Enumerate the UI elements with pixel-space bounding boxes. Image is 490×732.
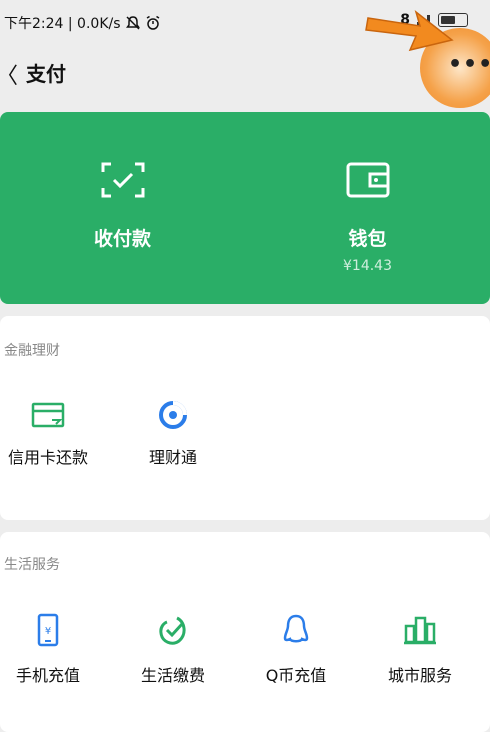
finance-section-title: 金融理财 bbox=[4, 343, 60, 359]
wallet-balance: ¥14.43 bbox=[343, 258, 392, 274]
qcoin-label: Q币充值 bbox=[265, 666, 327, 685]
city-service-tile[interactable]: 城市服务 bbox=[360, 612, 480, 686]
qcoin-tile[interactable]: Q币充值 bbox=[236, 612, 356, 686]
phone-recharge-tile[interactable]: ¥ 手机充值 bbox=[0, 612, 108, 686]
back-button[interactable]: 〈 bbox=[0, 58, 18, 90]
wealth-tile[interactable]: 理财通 bbox=[113, 400, 233, 468]
wealth-label: 理财通 bbox=[148, 448, 197, 467]
check-leaf-icon bbox=[159, 616, 186, 645]
status-left: 下午2:24 | 0.0K/s bbox=[4, 13, 161, 33]
green-card: 收付款 钱包 ¥14.43 bbox=[0, 112, 490, 304]
receive-pay-label: 收付款 bbox=[93, 228, 151, 250]
city-service-label: 城市服务 bbox=[387, 666, 452, 685]
utility-pay-tile[interactable]: 生活缴费 bbox=[113, 612, 233, 686]
status-time-speed: 下午2:24 | 0.0K/s bbox=[4, 16, 121, 32]
penguin-icon bbox=[283, 614, 309, 643]
credit-card-label: 信用卡还款 bbox=[7, 448, 88, 467]
wallet-tile[interactable]: 钱包 ¥14.43 bbox=[245, 112, 490, 304]
page-title: 支付 bbox=[26, 62, 66, 86]
phone-recharge-label: 手机充值 bbox=[15, 666, 80, 685]
scan-icon bbox=[101, 162, 144, 198]
more-button[interactable]: ••• bbox=[448, 52, 490, 77]
life-section: 生活服务 ¥ 手机充值 生活缴费 Q币充值 城市服务 bbox=[0, 532, 490, 732]
wallet-label: 钱包 bbox=[348, 228, 387, 250]
utility-pay-label: 生活缴费 bbox=[140, 666, 205, 685]
wallet-icon bbox=[346, 162, 389, 198]
finance-section: 金融理财 信用卡还款 理财通 bbox=[0, 316, 490, 520]
mute-bell-icon bbox=[125, 16, 140, 30]
alarm-icon bbox=[146, 15, 159, 30]
nav-header: 〈 支付 bbox=[0, 44, 490, 100]
receive-pay-tile[interactable]: 收付款 bbox=[0, 112, 245, 304]
wealth-icon bbox=[159, 401, 187, 429]
credit-card-icon bbox=[31, 402, 65, 428]
city-icon bbox=[404, 616, 436, 645]
phone-icon: ¥ bbox=[37, 613, 59, 647]
credit-card-tile[interactable]: 信用卡还款 bbox=[0, 400, 108, 468]
life-section-title: 生活服务 bbox=[4, 557, 60, 573]
svg-text:¥: ¥ bbox=[45, 626, 51, 637]
